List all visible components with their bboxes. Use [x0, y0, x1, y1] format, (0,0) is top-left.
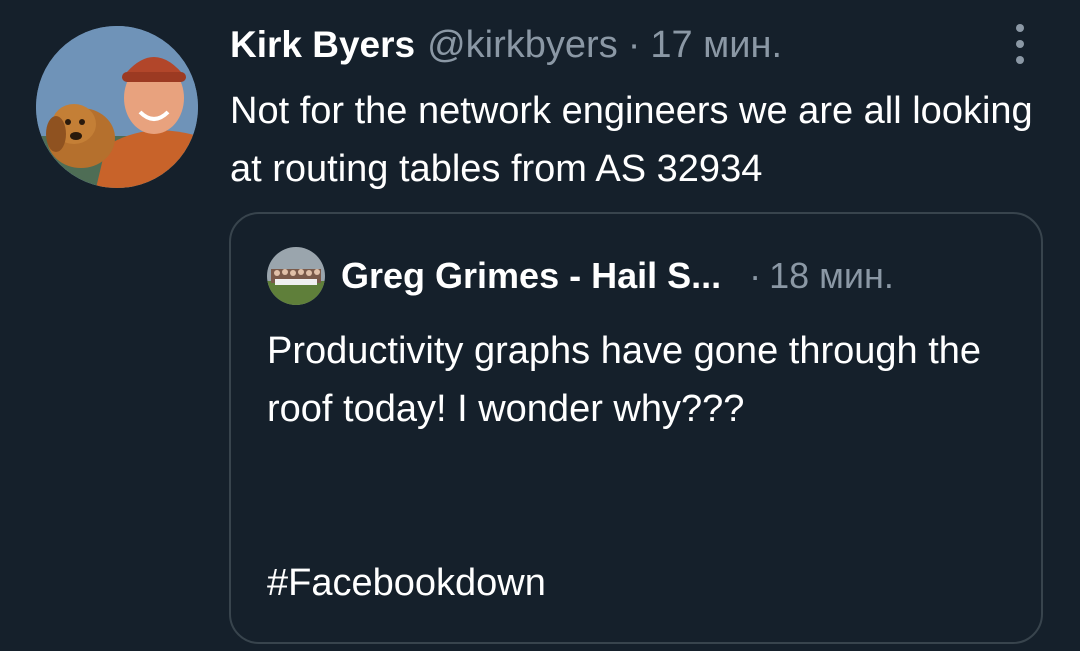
quoted-tweet-text: Productivity graphs have gone through th…: [267, 330, 982, 430]
tweet-text: Not for the network engineers we are all…: [230, 90, 1033, 190]
quoted-tweet[interactable]: Greg Grimes - Hail S... · 18 мин. Produc…: [229, 212, 1043, 644]
tweet[interactable]: Kirk Byers @kirkbyers · 17 мин. Not for …: [0, 0, 1080, 651]
author-handle[interactable]: @kirkbyers: [427, 24, 618, 67]
quoted-tweet-timestamp: 18 мин.: [769, 255, 894, 296]
tweet-header: Kirk Byers @kirkbyers · 17 мин.: [230, 20, 782, 70]
author-name[interactable]: Kirk Byers: [230, 24, 415, 66]
more-vertical-icon[interactable]: [1008, 24, 1032, 64]
separator-dot: ·: [749, 255, 762, 296]
author-avatar[interactable]: [36, 26, 198, 188]
tweet-timestamp[interactable]: 17 мин.: [650, 24, 782, 67]
more-dot: [1016, 56, 1024, 64]
quoted-author-avatar: [267, 247, 325, 305]
more-dot: [1016, 40, 1024, 48]
quoted-author-name: Greg Grimes - Hail S...: [341, 255, 722, 296]
more-dot: [1016, 24, 1024, 32]
separator-dot: ·: [627, 23, 641, 66]
quoted-tweet-header: Greg Grimes - Hail S... · 18 мин.: [267, 247, 894, 305]
quoted-tweet-hashtag[interactable]: #Facebookdown: [267, 554, 546, 612]
